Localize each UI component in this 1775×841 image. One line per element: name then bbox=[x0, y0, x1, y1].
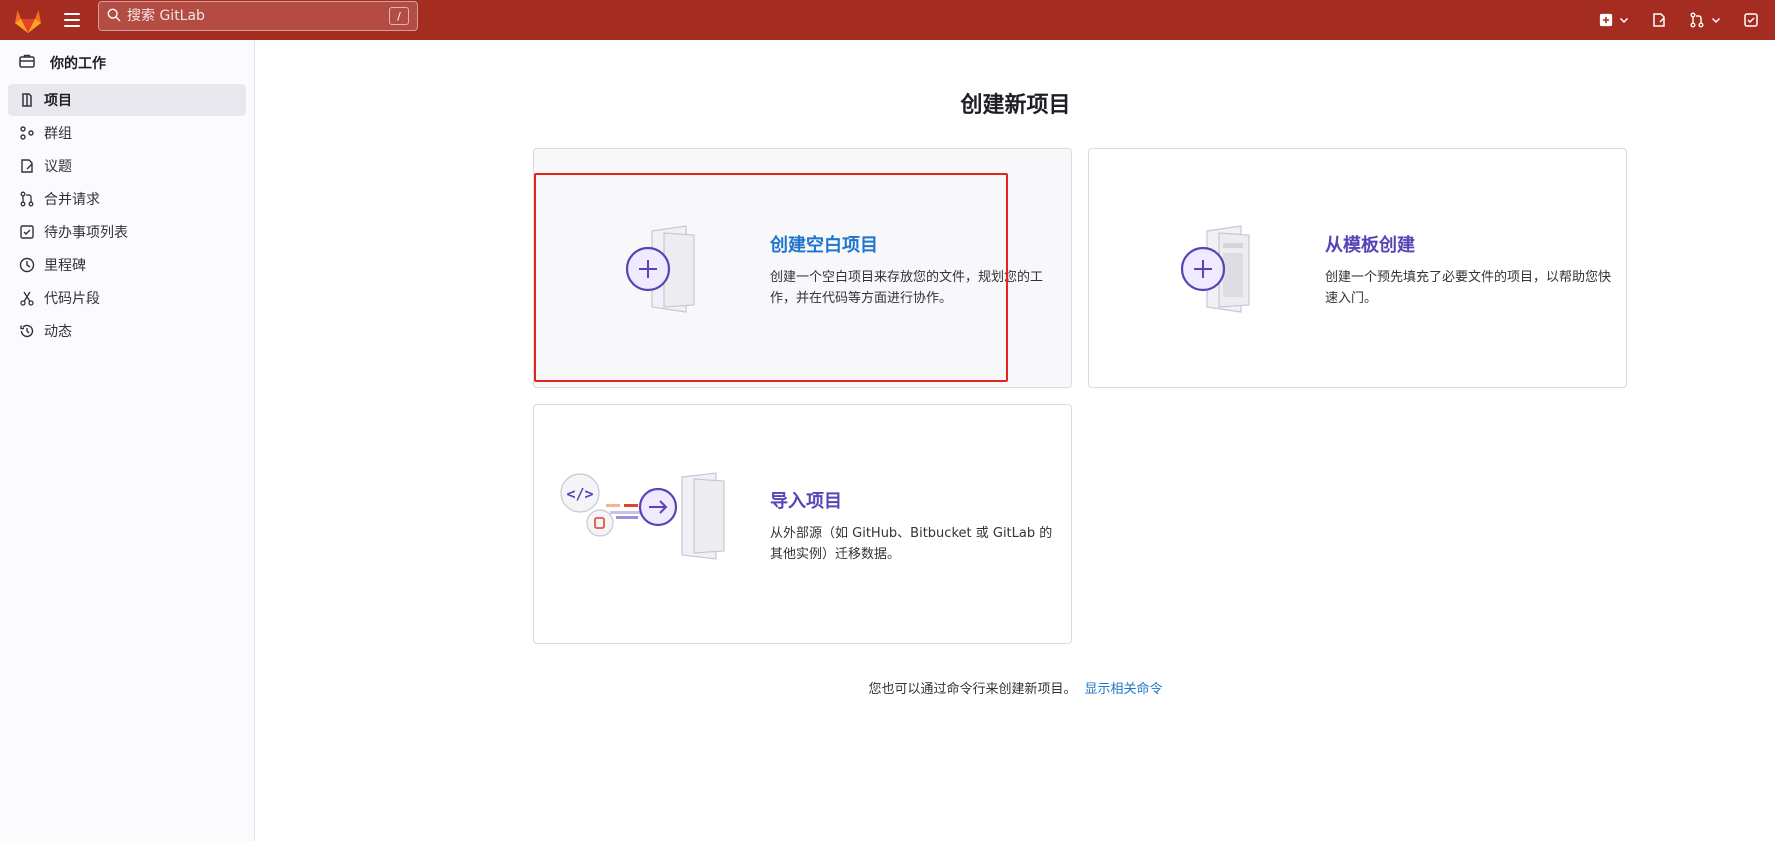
merge-request-icon bbox=[1690, 12, 1704, 28]
issues-button[interactable] bbox=[1643, 4, 1675, 36]
card-description: 创建一个空白项目来存放您的文件，规划您的工作，并在代码等方面进行协作。 bbox=[770, 270, 1044, 306]
sidebar-item-projects[interactable]: 项目 bbox=[8, 84, 246, 116]
activity-icon bbox=[19, 323, 35, 339]
gitlab-logo-icon[interactable] bbox=[12, 4, 44, 36]
sidebar-item-label: 项目 bbox=[44, 93, 72, 109]
sidebar-item-issues[interactable]: 议题 bbox=[8, 150, 246, 182]
merge-request-icon bbox=[19, 191, 35, 207]
page-title: 创建新项目 bbox=[960, 93, 1071, 118]
sidebar-item-label: 合并请求 bbox=[44, 192, 100, 208]
sidebar-item-activity[interactable]: 动态 bbox=[8, 315, 246, 347]
sidebar-item-label: 里程碑 bbox=[44, 258, 86, 274]
card-title: 创建空白项目 bbox=[770, 235, 878, 256]
menu-toggle-icon[interactable] bbox=[60, 8, 84, 32]
sidebar-item-label: 动态 bbox=[44, 324, 72, 340]
cli-hint: 您也可以通过命令行来创建新项目。 显示相关命令 bbox=[256, 678, 1775, 697]
snippet-icon bbox=[19, 290, 35, 306]
search-shortcut-key: / bbox=[389, 7, 409, 25]
sidebar-item-label: 群组 bbox=[44, 126, 72, 142]
create-blank-project-card[interactable]: 创建空白项目 创建一个空白项目来存放您的文件，规划您的工作，并在代码等方面进行协… bbox=[533, 148, 1072, 388]
merge-requests-button[interactable] bbox=[1681, 4, 1729, 36]
sidebar-item-snippets[interactable]: 代码片段 bbox=[8, 282, 246, 314]
search-input[interactable] bbox=[121, 8, 389, 24]
sidebar-header-label: 你的工作 bbox=[50, 56, 106, 72]
sidebar-header: 你的工作 bbox=[0, 42, 254, 84]
sidebar: 你的工作 项目 群组 议题 合并请求 待办事项列表 里程碑 代码片段 动态 bbox=[0, 40, 255, 841]
todo-icon bbox=[19, 224, 35, 240]
search-box[interactable]: / bbox=[98, 1, 418, 31]
sidebar-item-label: 代码片段 bbox=[44, 291, 100, 307]
todo-button[interactable] bbox=[1735, 4, 1767, 36]
template-project-illustration bbox=[1115, 209, 1285, 329]
group-icon bbox=[19, 125, 35, 141]
main-content: 创建新项目 创建空白项目 创建一个空白项目来存放您的文件，规划您的工作，并在代码… bbox=[256, 40, 1775, 841]
import-project-illustration: </> bbox=[560, 465, 730, 585]
create-from-template-card[interactable]: 从模板创建 创建一个预先填充了必要文件的项目，以帮助您快速入门。 bbox=[1088, 148, 1627, 388]
issues-icon bbox=[1653, 13, 1665, 27]
create-new-button[interactable] bbox=[1591, 4, 1637, 36]
card-description: 创建一个预先填充了必要文件的项目，以帮助您快速入门。 bbox=[1325, 270, 1612, 306]
card-description: 从外部源（如 GitHub、Bitbucket 或 GitLab 的其他实例）迁… bbox=[770, 526, 1053, 562]
briefcase-icon bbox=[18, 52, 36, 74]
sidebar-item-todos[interactable]: 待办事项列表 bbox=[8, 216, 246, 248]
chevron-down-icon bbox=[1619, 17, 1629, 24]
show-commands-link[interactable]: 显示相关命令 bbox=[1085, 682, 1163, 697]
search-icon bbox=[107, 7, 121, 26]
todo-icon bbox=[1744, 13, 1758, 27]
svg-text:</>: </> bbox=[566, 485, 593, 503]
sidebar-item-milestones[interactable]: 里程碑 bbox=[8, 249, 246, 281]
issues-icon bbox=[19, 158, 35, 174]
project-icon bbox=[19, 92, 35, 108]
top-bar: / bbox=[0, 0, 1775, 40]
blank-project-illustration bbox=[560, 209, 730, 329]
sidebar-item-label: 待办事项列表 bbox=[44, 225, 128, 241]
sidebar-item-merge-requests[interactable]: 合并请求 bbox=[8, 183, 246, 215]
cli-hint-text: 您也可以通过命令行来创建新项目。 bbox=[868, 682, 1077, 697]
sidebar-item-label: 议题 bbox=[44, 159, 72, 175]
card-title: 从模板创建 bbox=[1325, 235, 1415, 256]
sidebar-item-groups[interactable]: 群组 bbox=[8, 117, 246, 149]
milestone-icon bbox=[19, 257, 35, 273]
chevron-down-icon bbox=[1711, 17, 1721, 24]
import-project-card[interactable]: </> 导入项目 从外部源（如 GitHub、Bitbucket 或 GitLa… bbox=[533, 404, 1072, 644]
card-title: 导入项目 bbox=[770, 491, 842, 512]
plus-square-icon bbox=[1599, 13, 1613, 27]
